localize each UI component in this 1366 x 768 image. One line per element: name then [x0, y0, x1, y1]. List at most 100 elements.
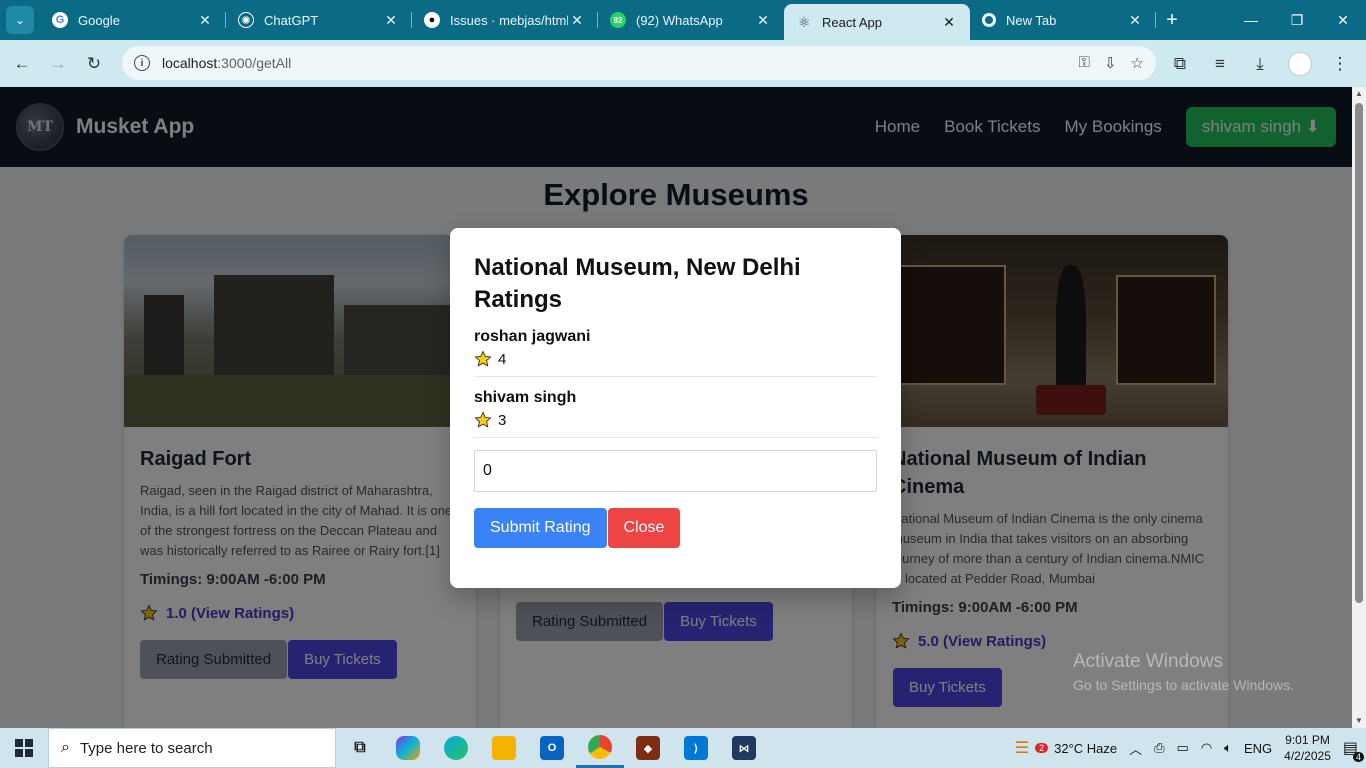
start-button[interactable]: [0, 728, 48, 768]
modal-actions: Submit Rating Close: [474, 508, 877, 548]
new-tab-button[interactable]: +: [1156, 0, 1188, 40]
scroll-up-icon[interactable]: ▲: [1352, 87, 1366, 101]
site-info-icon[interactable]: i: [134, 55, 150, 71]
tab-react-app[interactable]: ⚛ React App ✕: [784, 4, 970, 40]
task-view-icon[interactable]: ⧉: [336, 728, 384, 768]
chatgpt-icon: ✺: [238, 12, 254, 28]
chrome-taskbar-icon[interactable]: [576, 728, 624, 768]
tab-github-issues[interactable]: ● Issues · mebjas/html5 ✕: [412, 0, 598, 40]
wifi-icon[interactable]: ◠: [1201, 740, 1212, 756]
taskbar-search[interactable]: ⌕ Type here to search: [48, 728, 336, 768]
submit-rating-button[interactable]: Submit Rating: [474, 508, 607, 548]
chevron-up-icon[interactable]: ︿: [1129, 739, 1142, 758]
browser-tab-bar: ⌄ G Google ✕ ✺ ChatGPT ✕ ● Issues · mebj…: [0, 0, 1366, 40]
system-tray: ☰ 2 32°C Haze ︿ ⎙ ▭ ◠ 🔈︎ ENG 9:01 PM 4/2…: [1015, 732, 1366, 764]
tab-title: ChatGPT: [264, 12, 319, 28]
review-rating: 3: [474, 411, 877, 429]
notification-count: 4: [1352, 752, 1364, 762]
copilot-icon[interactable]: [384, 728, 432, 768]
tab-title: React App: [822, 14, 882, 30]
vs-icon[interactable]: ⋈: [720, 728, 768, 768]
clock[interactable]: 9:01 PM 4/2/2025: [1284, 732, 1331, 764]
search-placeholder: Type here to search: [79, 739, 213, 757]
notifications-icon[interactable]: ▤ 4: [1343, 738, 1364, 762]
window-controls: — ❐ ✕: [1228, 0, 1366, 40]
watermark-title: Activate Windows: [1073, 651, 1223, 672]
profile-avatar[interactable]: [1282, 46, 1318, 82]
address-bar[interactable]: i localhost:3000/getAll ⚿ ⇩ ☆: [122, 46, 1156, 80]
app-page: MT Musket App Home Book Tickets My Booki…: [0, 87, 1352, 728]
clock-time: 9:01 PM: [1285, 733, 1330, 747]
omnibox-actions: ⚿ ⇩ ☆: [1079, 54, 1144, 72]
tab-google[interactable]: G Google ✕: [40, 0, 226, 40]
file-explorer-icon[interactable]: [480, 728, 528, 768]
volume-icon[interactable]: 🔈︎: [1224, 740, 1232, 756]
weather-text: 32°C Haze: [1054, 740, 1118, 756]
scroll-down-icon[interactable]: ▼: [1352, 714, 1366, 728]
password-key-icon[interactable]: ⚿: [1079, 54, 1090, 72]
reload-icon[interactable]: ↻: [76, 46, 112, 82]
watermark-subtitle: Go to Settings to activate Windows.: [1073, 677, 1294, 693]
camera-icon[interactable]: ⎙: [1154, 740, 1164, 756]
tab-search-button[interactable]: ⌄: [6, 6, 34, 34]
star-icon: [474, 411, 492, 428]
whatsapp-icon: 92: [610, 12, 626, 28]
downloads-icon[interactable]: ⤓: [1242, 46, 1278, 82]
page-scrollbar[interactable]: ▲ ▼: [1352, 87, 1366, 728]
install-app-icon[interactable]: ⇩: [1104, 54, 1117, 72]
ratings-modal: National Museum, New Delhi Ratings rosha…: [450, 228, 901, 588]
toolbar-right: ⧉ ≡ ⤓ ⋮: [1162, 46, 1358, 82]
close-tab-icon[interactable]: ✕: [196, 12, 214, 29]
back-icon[interactable]: ←: [4, 46, 40, 82]
modal-title: National Museum, New Delhi Ratings: [474, 252, 877, 316]
close-tab-icon[interactable]: ✕: [382, 12, 400, 29]
star-icon: [474, 350, 492, 367]
tab-title: New Tab: [1006, 12, 1057, 28]
media-controls-icon[interactable]: ≡: [1202, 46, 1238, 82]
review-item: shivam singh 3: [474, 389, 877, 438]
edge-icon[interactable]: [432, 728, 480, 768]
tab-new-tab[interactable]: New Tab ✕: [970, 0, 1156, 40]
review-rating-value: 3: [498, 411, 507, 429]
close-window-icon[interactable]: ✕: [1320, 0, 1366, 40]
review-rating-value: 4: [498, 350, 507, 368]
tab-chatgpt[interactable]: ✺ ChatGPT ✕: [226, 0, 412, 40]
modal-title-ratings: Ratings: [474, 286, 563, 313]
scrollbar-thumb[interactable]: [1355, 103, 1363, 603]
weather-icon: ☰: [1014, 740, 1030, 757]
github-icon: ●: [424, 12, 440, 28]
forward-icon[interactable]: →: [40, 46, 76, 82]
reviewer-name: roshan jagwani: [474, 328, 591, 345]
more-menu-icon[interactable]: ⋮: [1322, 46, 1358, 82]
tab-title: Google: [78, 12, 120, 28]
battery-icon[interactable]: ▭: [1177, 740, 1189, 756]
activate-windows-watermark: Activate Windows Go to Settings to activ…: [1073, 651, 1294, 693]
windows-logo-icon: [15, 739, 33, 757]
bookmark-star-icon[interactable]: ☆: [1131, 54, 1144, 72]
rating-input[interactable]: [474, 450, 877, 492]
windows-taskbar: ⌕ Type here to search ⧉ O ◆ ⟩ ⋈ ☰ 2 32°C…: [0, 728, 1366, 768]
vscode-icon[interactable]: ⟩: [672, 728, 720, 768]
modal-title-museum: National Museum, New Delhi: [474, 254, 801, 281]
clock-date: 4/2/2025: [1284, 749, 1331, 763]
close-tab-icon[interactable]: ✕: [1126, 12, 1144, 29]
minimize-icon[interactable]: —: [1228, 0, 1274, 40]
review-item: roshan jagwani 4: [474, 328, 877, 377]
browser-toolbar: ← → ↻ i localhost:3000/getAll ⚿ ⇩ ☆ ⧉ ≡ …: [0, 40, 1366, 87]
tab-separator: [1155, 12, 1156, 28]
close-tab-icon[interactable]: ✕: [754, 12, 772, 29]
weather-widget[interactable]: ☰ 2 32°C Haze: [1015, 738, 1117, 758]
restore-icon[interactable]: ❐: [1274, 0, 1320, 40]
chrome-icon: [982, 13, 996, 27]
tab-title: (92) WhatsApp: [636, 12, 723, 28]
tab-whatsapp[interactable]: 92 (92) WhatsApp ✕: [598, 0, 784, 40]
outlook-icon[interactable]: O: [528, 728, 576, 768]
close-modal-button[interactable]: Close: [607, 508, 681, 548]
close-tab-icon[interactable]: ✕: [940, 14, 958, 31]
close-tab-icon[interactable]: ✕: [568, 12, 586, 29]
extensions-icon[interactable]: ⧉: [1162, 46, 1198, 82]
reviewer-name: shivam singh: [474, 389, 577, 406]
app-taskbar-icon[interactable]: ◆: [624, 728, 672, 768]
language-indicator[interactable]: ENG: [1244, 741, 1272, 756]
review-rating: 4: [474, 350, 877, 368]
